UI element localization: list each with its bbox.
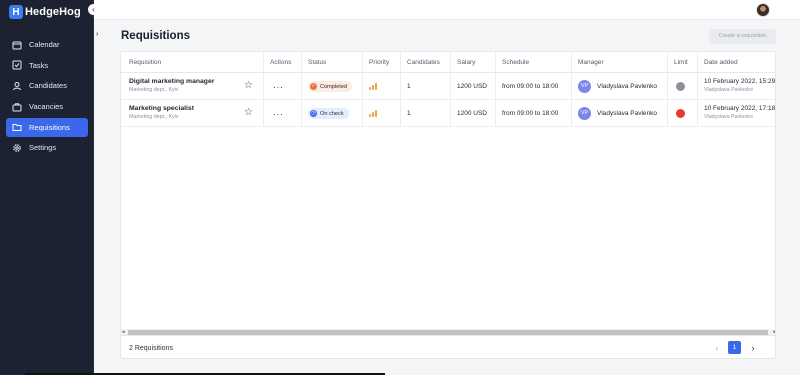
status-label: Completed — [320, 83, 348, 90]
star-icon[interactable]: ☆ — [244, 108, 253, 118]
status-badge: ✓ Completed — [308, 81, 353, 92]
avatar[interactable] — [756, 3, 770, 17]
requisitions-table: Requisition Actions Status Priority Cand… — [120, 51, 776, 359]
column-header[interactable]: Manager — [578, 52, 604, 73]
sidebar-item-label: Requisitions — [29, 122, 70, 132]
calendar-icon — [12, 40, 22, 50]
priority-bars-icon — [369, 110, 379, 117]
requisition-department: Marketing dept., Kyiv — [129, 87, 179, 93]
column-header[interactable]: Candidates — [407, 52, 440, 73]
column-header[interactable]: Priority — [369, 52, 389, 73]
sidebar: H HedgeHog Calendar Tasks Candidates Vac… — [0, 0, 94, 375]
checkbox-icon — [12, 60, 22, 70]
table-row[interactable]: Digital marketing manager Marketing dept… — [121, 73, 775, 100]
requisitions-count: 2 Requisitions — [129, 345, 173, 352]
sidebar-item-vacancies[interactable]: Vacancies — [6, 97, 88, 116]
sidebar-item-calendar[interactable]: Calendar — [6, 35, 88, 54]
sidebar-nav: Calendar Tasks Candidates Vacancies Requ… — [6, 35, 88, 159]
schedule-value: from 09:00 to 18:00 — [502, 83, 559, 90]
check-icon: ✓ — [310, 83, 317, 90]
collapse-sidebar-icon[interactable]: ‹ — [88, 4, 99, 15]
brand-logo[interactable]: H HedgeHog — [9, 4, 81, 20]
column-header[interactable]: Date added — [704, 52, 738, 73]
column-header[interactable]: Schedule — [502, 52, 529, 73]
star-icon[interactable]: ☆ — [244, 81, 253, 91]
manager-name: Vladyslava Pavlenko — [597, 110, 657, 117]
stopwatch-icon — [676, 109, 685, 118]
table-footer: 2 Requisitions ‹ 1 › — [121, 335, 775, 358]
candidates-count[interactable]: 1 — [407, 83, 411, 90]
sidebar-item-label: Vacancies — [29, 102, 64, 112]
brand-name: HedgeHog — [25, 6, 81, 18]
stopwatch-icon — [676, 82, 685, 91]
column-header: Actions — [270, 59, 292, 66]
column-header[interactable]: Requisition — [129, 52, 161, 73]
sidebar-item-candidates[interactable]: Candidates — [6, 76, 88, 95]
sidebar-item-label: Candidates — [29, 81, 67, 91]
sidebar-item-tasks[interactable]: Tasks — [6, 56, 88, 75]
column-header[interactable]: Limit — [674, 52, 688, 73]
more-actions-icon[interactable]: ··· — [273, 83, 284, 92]
date-added: 10 February 2022, 15:29 — [704, 78, 776, 85]
column-header[interactable]: Status — [308, 52, 326, 73]
folder-icon — [12, 122, 22, 132]
column-header[interactable]: Salary — [457, 52, 475, 73]
added-by: Vladyslava Pavlenko — [704, 114, 753, 120]
gear-icon — [12, 143, 22, 153]
sidebar-item-label: Tasks — [29, 60, 49, 70]
table-row[interactable]: Marketing specialist Marketing dept., Ky… — [121, 100, 775, 127]
chevron-right-icon[interactable]: › — [96, 31, 98, 38]
sidebar-item-label: Calendar — [29, 40, 60, 49]
requisition-cell[interactable]: Digital marketing manager Marketing dept… — [129, 78, 214, 93]
sidebar-item-settings[interactable]: Settings — [6, 138, 88, 157]
date-added: 10 February 2022, 17:18 — [704, 105, 776, 112]
table-header: Requisition Actions Status Priority Cand… — [121, 52, 775, 73]
sidebar-item-label: Settings — [29, 143, 57, 153]
sidebar-item-requisitions[interactable]: Requisitions — [6, 117, 88, 137]
status-badge: ◷ On check — [308, 108, 349, 119]
requisition-title[interactable]: Marketing specialist — [129, 105, 194, 112]
status-label: On check — [320, 110, 344, 117]
date-added-cell: 10 February 2022, 17:18 Vladyslava Pavle… — [704, 105, 775, 120]
candidates-count[interactable]: 1 — [407, 110, 411, 117]
date-added-cell: 10 February 2022, 15:29 Vladyslava Pavle… — [704, 78, 775, 93]
chevron-left-icon[interactable]: ‹ — [711, 342, 723, 354]
salary-value: 1200 USD — [457, 110, 487, 117]
salary-value: 1200 USD — [457, 83, 487, 90]
create-requisition-button[interactable]: Create a requisition — [709, 29, 776, 44]
requisition-title[interactable]: Digital marketing manager — [129, 78, 214, 85]
clock-icon: ◷ — [310, 110, 317, 117]
page-title: Requisitions — [121, 30, 191, 42]
hedgehog-logo-icon: H — [9, 5, 23, 19]
more-actions-icon[interactable]: ··· — [273, 110, 284, 119]
added-by: Vladyslava Pavlenko — [704, 87, 753, 93]
briefcase-icon — [12, 102, 22, 112]
manager-avatar: VP — [578, 107, 591, 120]
manager-name: Vladyslava Pavlenko — [597, 83, 657, 90]
priority-bars-icon — [369, 83, 379, 90]
requisition-department: Marketing dept., Kyiv — [129, 114, 179, 120]
chevron-right-icon[interactable]: › — [747, 342, 759, 354]
requisition-cell[interactable]: Marketing specialist Marketing dept., Ky… — [129, 105, 194, 120]
page-number-button[interactable]: 1 — [728, 341, 741, 354]
schedule-value: from 09:00 to 18:00 — [502, 110, 559, 117]
top-bar — [94, 0, 800, 20]
manager-avatar: VP — [578, 80, 591, 93]
user-icon — [12, 81, 22, 91]
